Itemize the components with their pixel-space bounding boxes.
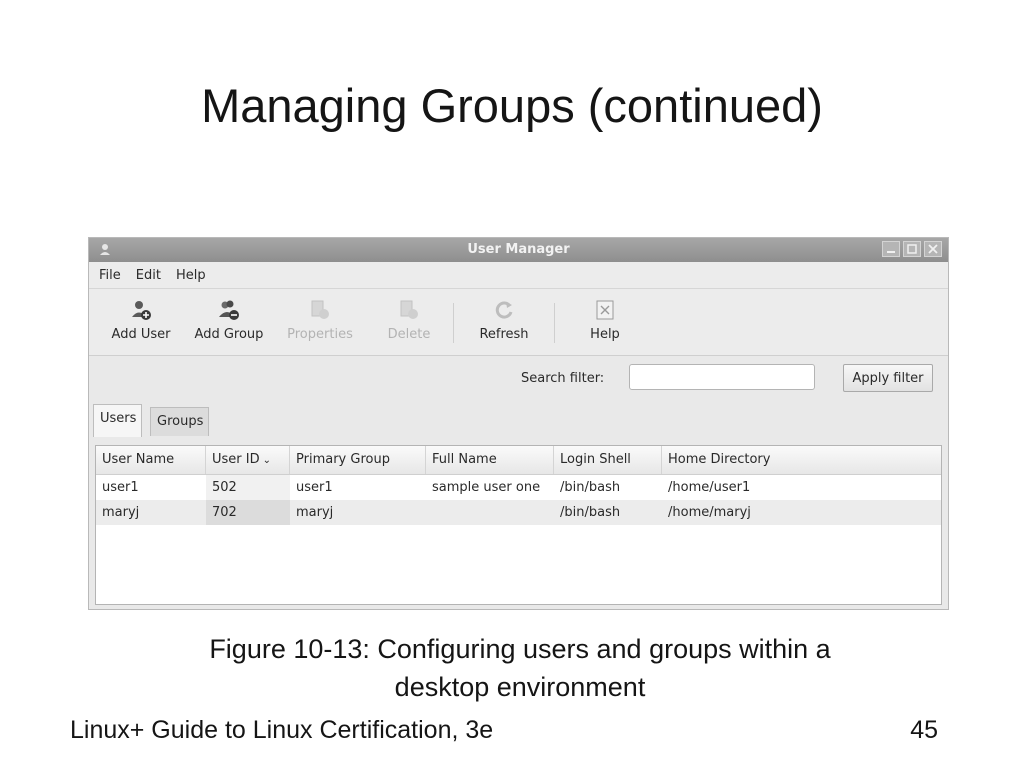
properties-button[interactable]: Properties: [275, 289, 365, 355]
maximize-icon[interactable]: [903, 241, 921, 257]
window-title: User Manager: [467, 242, 570, 257]
search-filter-label: Search filter:: [521, 371, 605, 386]
column-user-id-label: User ID: [212, 452, 260, 467]
delete-label: Delete: [387, 327, 431, 342]
add-group-label: Add Group: [194, 327, 264, 342]
toolbar: Add User Add Group Properties Delete Ref…: [89, 289, 948, 356]
column-full-name[interactable]: Full Name: [426, 446, 554, 474]
tab-groups[interactable]: Groups: [150, 407, 210, 436]
sort-descending-icon: ⌄: [262, 455, 271, 466]
refresh-icon: [495, 301, 513, 319]
column-home-directory[interactable]: Home Directory: [662, 446, 939, 474]
tab-strip: Users Groups: [89, 404, 948, 437]
page-number: 45: [910, 716, 938, 744]
minimize-icon[interactable]: [882, 241, 900, 257]
menu-edit[interactable]: Edit: [136, 268, 161, 283]
table-row[interactable]: user1 502 user1 sample user one /bin/bas…: [96, 475, 941, 500]
cell-login-shell: /bin/bash: [560, 505, 621, 520]
menu-bar: File Edit Help: [89, 262, 948, 289]
add-user-button[interactable]: Add User: [99, 289, 183, 355]
column-login-shell[interactable]: Login Shell: [554, 446, 662, 474]
cell-home-directory: /home/user1: [668, 480, 751, 495]
delete-icon: [400, 300, 418, 319]
cell-user-id: 702: [206, 500, 290, 525]
cell-primary-group: maryj: [296, 505, 334, 520]
menu-help[interactable]: Help: [176, 268, 206, 283]
cell-user-name: maryj: [102, 505, 140, 520]
search-filter-input[interactable]: [629, 364, 815, 390]
properties-icon: [311, 300, 329, 319]
user-manager-window: User Manager File Edit Help Add User Add…: [88, 237, 949, 610]
add-group-icon: [219, 300, 239, 320]
figure-caption: Figure 10-13: Configuring users and grou…: [100, 630, 940, 706]
caption-line-2: desktop environment: [394, 672, 646, 702]
menu-file[interactable]: File: [99, 268, 121, 283]
cell-home-directory: /home/maryj: [668, 505, 751, 520]
table-row[interactable]: maryj 702 maryj /bin/bash /home/maryj: [96, 500, 941, 525]
help-button[interactable]: Help: [555, 289, 655, 355]
column-user-id[interactable]: User ID ⌄: [206, 446, 290, 474]
window-titlebar[interactable]: User Manager: [89, 238, 948, 262]
slide-title: Managing Groups (continued): [201, 79, 823, 132]
filter-row: Search filter: Apply filter: [89, 356, 948, 404]
add-user-icon: [132, 301, 151, 320]
delete-button[interactable]: Delete: [365, 289, 453, 355]
help-label: Help: [590, 327, 620, 342]
add-group-button[interactable]: Add Group: [183, 289, 275, 355]
users-table: User Name User ID ⌄ Primary Group Full Na…: [95, 445, 942, 605]
properties-label: Properties: [287, 327, 353, 342]
cell-full-name: sample user one: [432, 480, 541, 495]
refresh-button[interactable]: Refresh: [454, 289, 554, 355]
cell-login-shell: /bin/bash: [560, 480, 621, 495]
add-user-label: Add User: [111, 327, 171, 342]
refresh-label: Refresh: [479, 327, 529, 342]
apply-filter-button[interactable]: Apply filter: [843, 364, 933, 392]
cell-user-id: 502: [206, 475, 290, 500]
column-primary-group[interactable]: Primary Group: [290, 446, 426, 474]
cell-user-name: user1: [102, 480, 139, 495]
table-header: User Name User ID ⌄ Primary Group Full Na…: [96, 446, 941, 475]
column-user-name[interactable]: User Name: [96, 446, 206, 474]
footer-book-title: Linux+ Guide to Linux Certification, 3e: [70, 716, 494, 744]
close-icon[interactable]: [924, 241, 942, 257]
help-icon: [596, 300, 614, 320]
tab-users[interactable]: Users: [93, 404, 143, 437]
caption-line-1: Figure 10-13: Configuring users and grou…: [209, 634, 831, 664]
cell-full-name: [426, 500, 554, 525]
cell-primary-group: user1: [296, 480, 333, 495]
